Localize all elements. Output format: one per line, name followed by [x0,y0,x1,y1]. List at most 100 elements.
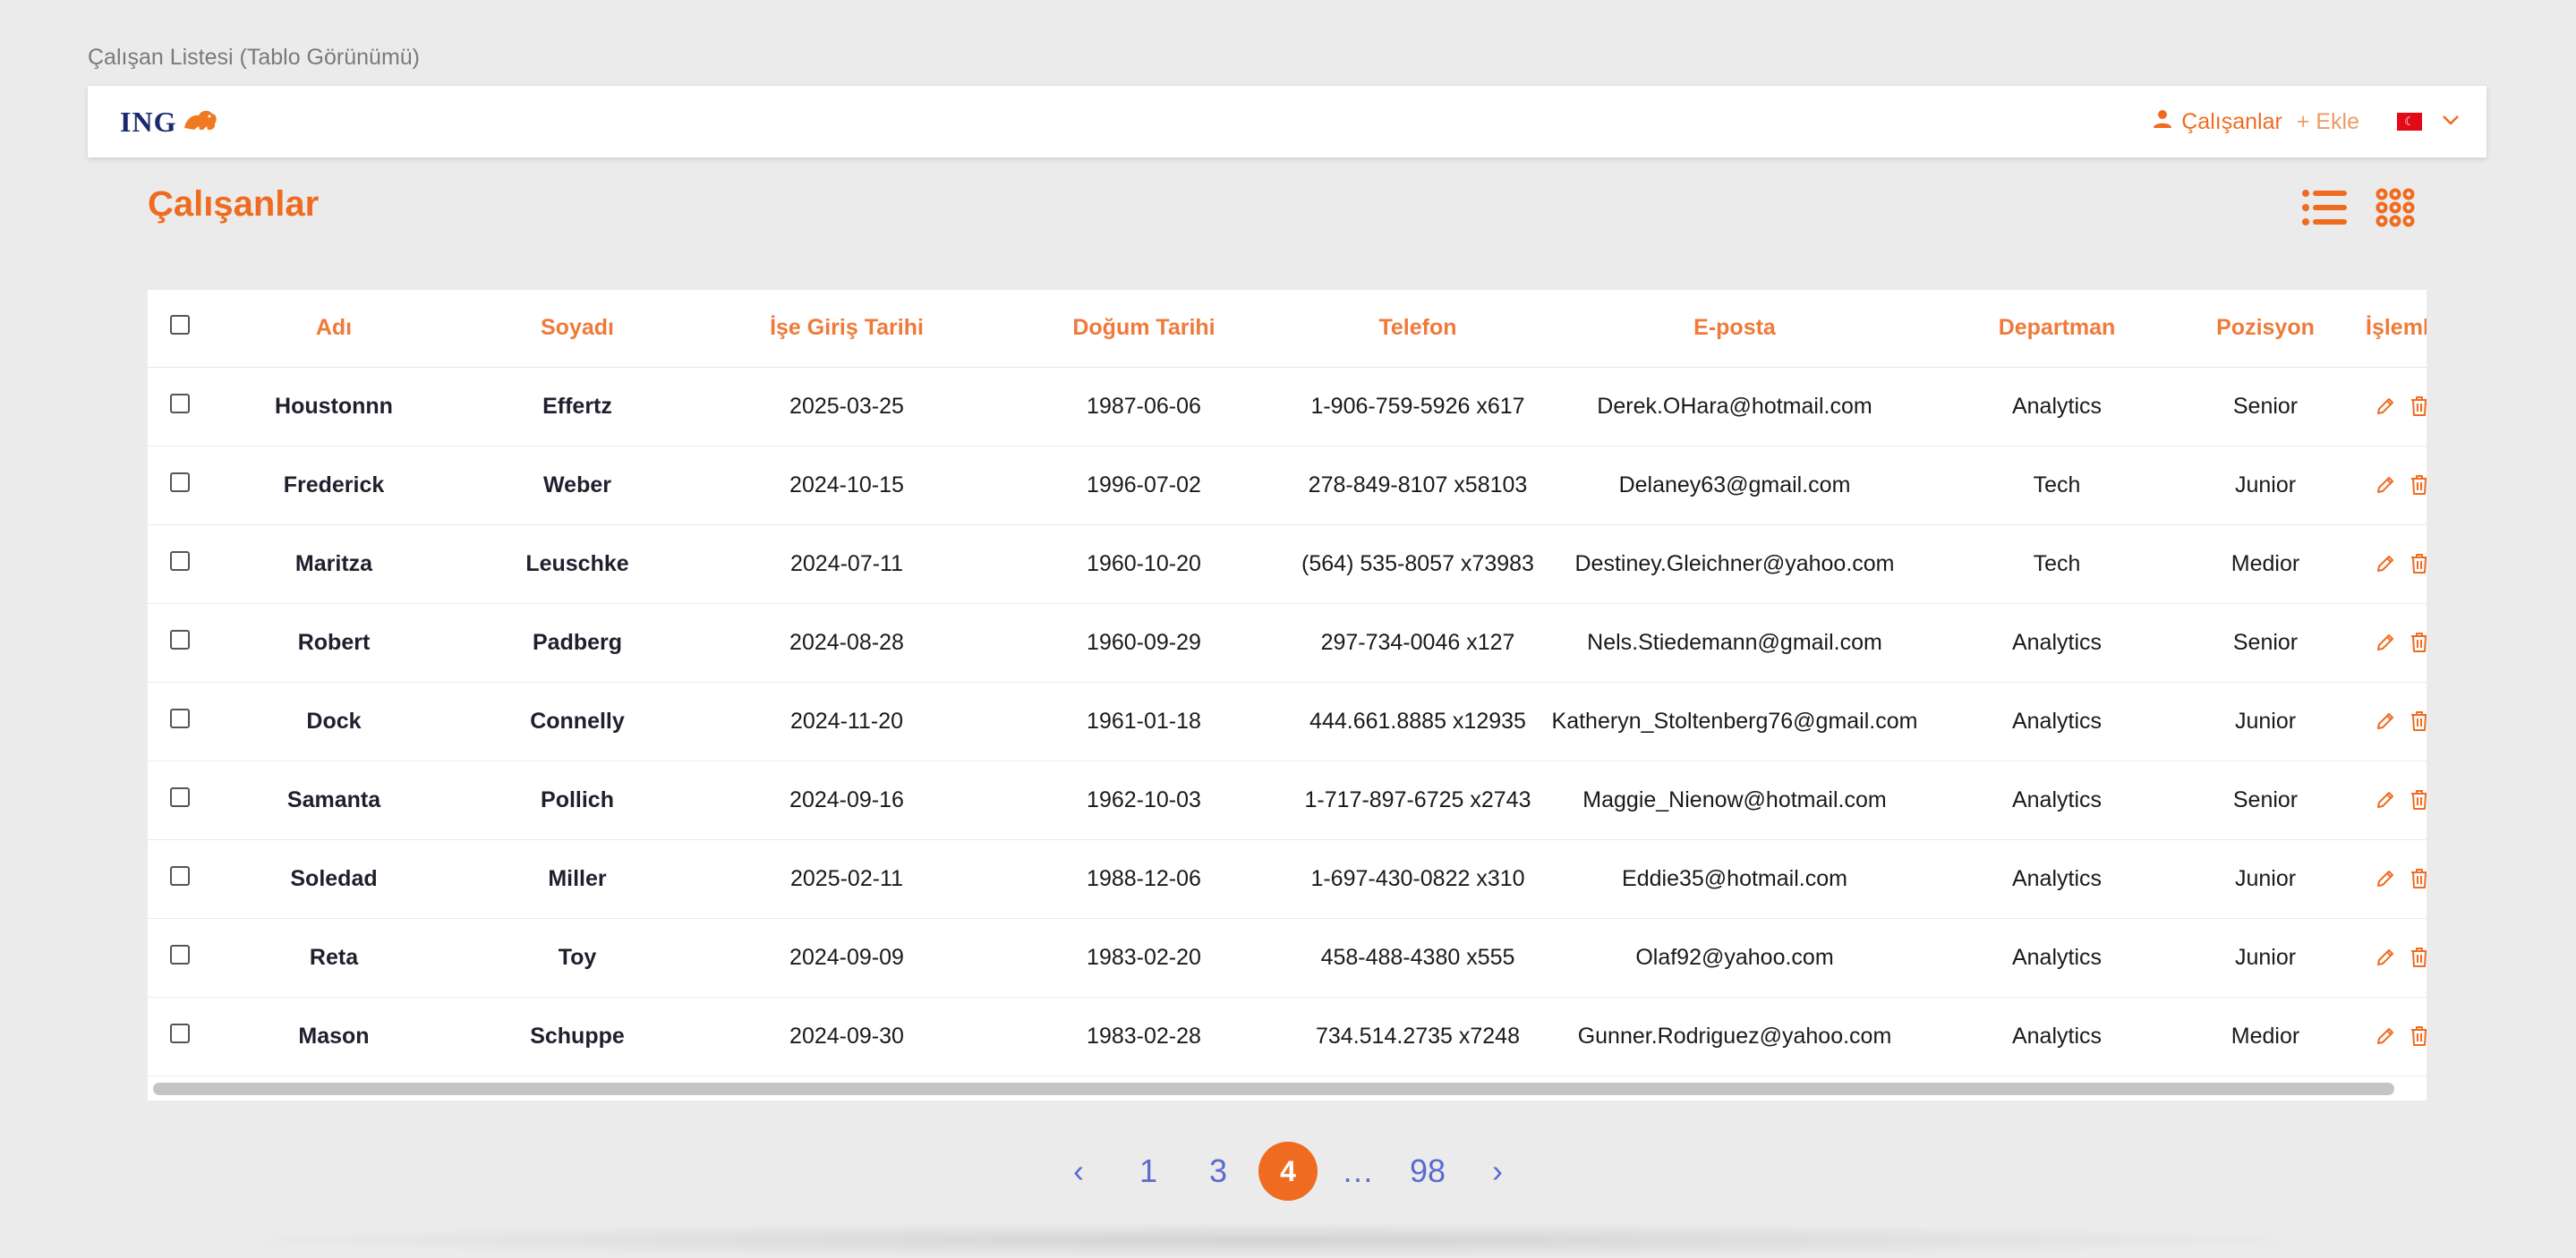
chevron-down-icon[interactable] [2442,114,2460,130]
row-select-cell [148,997,212,1076]
delete-trash-icon[interactable] [2409,710,2427,733]
table-row[interactable]: Dock Connelly 2024-11-20 1961-01-18 444.661.… [148,682,2427,761]
person-icon [2153,109,2172,135]
grid-view-icon[interactable] [2376,188,2415,232]
pagination-ellipsis: … [1342,1152,1374,1189]
department-cell: Analytics [1927,918,2187,998]
table-row[interactable]: Maritza Leuschke 2024-07-11 1960-10-20 (564)… [148,524,2427,604]
last-name-cell: Toy [456,918,699,998]
position-cell: Senior [2187,603,2344,683]
position-cell: Senior [2187,761,2344,840]
delete-trash-icon[interactable] [2409,552,2427,575]
position-cell: Medior [2187,997,2344,1076]
phone-cell: 1-717-897-6725 x2743 [1293,761,1542,840]
pagination-page-button[interactable]: 98 [1398,1142,1457,1201]
actions-cell [2344,446,2427,525]
column-header-birth-date[interactable]: Doğum Tarihi [994,290,1293,368]
actions-cell [2344,761,2427,840]
table-row[interactable]: Soledad Miller 2025-02-11 1988-12-06 1-697-4… [148,839,2427,919]
column-header-hire-date[interactable]: İşe Giriş Tarihi [699,290,994,368]
nav-employees-link[interactable]: Çalışanlar [2153,109,2282,135]
delete-trash-icon[interactable] [2409,1024,2427,1048]
hire-date-cell: 2024-09-16 [699,761,994,840]
actions-cell [2344,839,2427,919]
ing-logo[interactable]: ING [120,104,219,140]
position-cell: Junior [2187,682,2344,761]
pagination-current-page[interactable]: 4 [1258,1142,1318,1201]
row-checkbox[interactable] [170,1023,190,1043]
row-checkbox[interactable] [170,708,190,728]
delete-trash-icon[interactable] [2409,395,2427,418]
birth-date-cell: 1988-12-06 [994,839,1293,919]
column-header-actions: İşlemler [2344,290,2427,368]
row-checkbox[interactable] [170,944,190,965]
page-title: Çalışanlar [148,184,320,224]
column-header-phone[interactable]: Telefon [1293,290,1542,368]
table-row[interactable]: Frederick Weber 2024-10-15 1996-07-02 278-84… [148,446,2427,525]
department-cell: Tech [1927,524,2187,604]
delete-trash-icon[interactable] [2409,946,2427,969]
pagination-next-button[interactable]: › [1468,1142,1527,1201]
turkey-flag-icon[interactable]: ☾ [2397,113,2422,131]
actions-cell [2344,367,2427,446]
birth-date-cell: 1961-01-18 [994,682,1293,761]
table-row[interactable]: Mason Schuppe 2024-09-30 1983-02-28 734.514.… [148,997,2427,1076]
delete-trash-icon[interactable] [2409,867,2427,890]
table-row[interactable]: Samanta Pollich 2024-09-16 1962-10-03 1-717-… [148,761,2427,840]
position-cell: Medior [2187,524,2344,604]
delete-trash-icon[interactable] [2409,631,2427,654]
hire-date-cell: 2025-02-11 [699,839,994,919]
email-cell: Olaf92@yahoo.com [1542,918,1927,998]
email-cell: Destiney.Gleichner@yahoo.com [1542,524,1927,604]
column-header-department[interactable]: Departman [1927,290,2187,368]
edit-pencil-icon[interactable] [2375,789,2396,811]
table-row[interactable]: Reta Toy 2024-09-09 1983-02-20 458-488-4380 … [148,918,2427,998]
edit-pencil-icon[interactable] [2375,632,2396,653]
row-checkbox[interactable] [170,629,190,650]
position-cell: Senior [2187,367,2344,446]
edit-pencil-icon[interactable] [2375,474,2396,496]
employee-table-card: Adı Soyadı İşe Giriş Tarihi Doğum Tarihi… [148,290,2427,1101]
row-checkbox[interactable] [170,550,190,571]
pagination-page-button[interactable]: 3 [1189,1142,1248,1201]
email-cell: Nels.Stiedemann@gmail.com [1542,603,1927,683]
list-view-icon[interactable] [2302,188,2347,232]
hire-date-cell: 2024-09-09 [699,918,994,998]
column-header-last-name[interactable]: Soyadı [456,290,699,368]
pagination-page-button[interactable]: 1 [1119,1142,1178,1201]
employee-table: Adı Soyadı İşe Giriş Tarihi Doğum Tarihi… [148,290,2427,1076]
nav-add-link[interactable]: + Ekle [2297,109,2359,135]
row-select-cell [148,839,212,919]
row-select-cell [148,682,212,761]
horizontal-scrollbar[interactable] [153,1083,2394,1095]
first-name-cell: Samanta [212,761,456,840]
edit-pencil-icon[interactable] [2375,553,2396,574]
birth-date-cell: 1983-02-28 [994,997,1293,1076]
column-header-position[interactable]: Pozisyon [2187,290,2344,368]
position-cell: Junior [2187,918,2344,998]
department-cell: Tech [1927,446,2187,525]
edit-pencil-icon[interactable] [2375,710,2396,732]
email-cell: Maggie_Nienow@hotmail.com [1542,761,1927,840]
table-row[interactable]: Robert Padberg 2024-08-28 1960-09-29 297-734… [148,603,2427,683]
edit-pencil-icon[interactable] [2375,1025,2396,1047]
edit-pencil-icon[interactable] [2375,947,2396,968]
delete-trash-icon[interactable] [2409,473,2427,497]
row-checkbox[interactable] [170,472,190,492]
column-header-first-name[interactable]: Adı [212,290,456,368]
first-name-cell: Frederick [212,446,456,525]
phone-cell: 458-488-4380 x555 [1293,918,1542,998]
phone-cell: (564) 535-8057 x73983 [1293,524,1542,604]
select-all-checkbox[interactable] [170,315,190,336]
email-cell: Delaney63@gmail.com [1542,446,1927,525]
edit-pencil-icon[interactable] [2375,395,2396,417]
actions-cell [2344,603,2427,683]
row-checkbox[interactable] [170,786,190,807]
row-checkbox[interactable] [170,393,190,413]
row-checkbox[interactable] [170,865,190,886]
column-header-email[interactable]: E-posta [1542,290,1927,368]
delete-trash-icon[interactable] [2409,788,2427,812]
table-row[interactable]: Houstonnn Effertz 2025-03-25 1987-06-06 1-90… [148,367,2427,446]
pagination-prev-button[interactable]: ‹ [1049,1142,1108,1201]
edit-pencil-icon[interactable] [2375,868,2396,889]
